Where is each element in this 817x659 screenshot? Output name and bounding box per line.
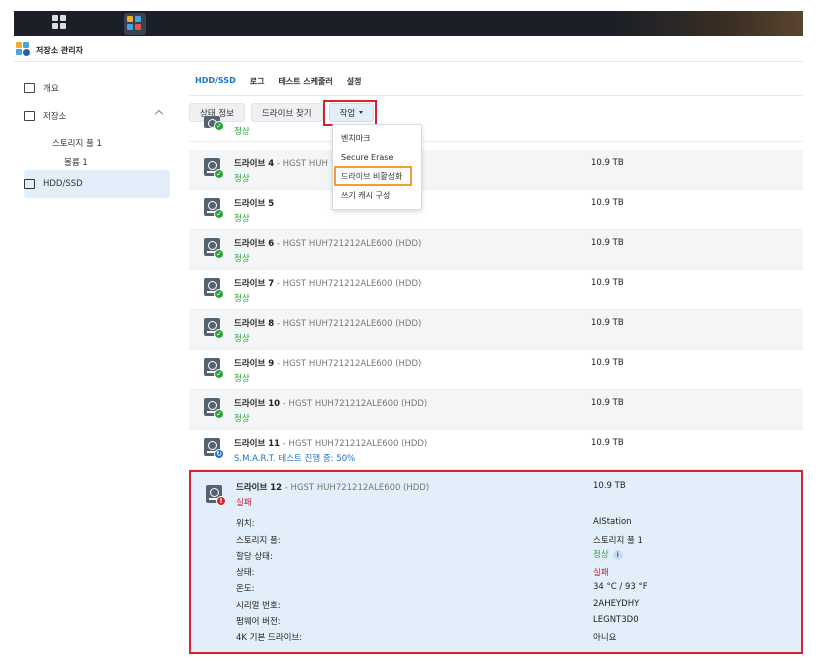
drive-size: 10.9 TB [591, 438, 624, 448]
sidebar-item-storage[interactable]: 저장소 [24, 103, 172, 129]
drive-name: 드라이브 5 [234, 199, 275, 209]
menu-item-secure-erase[interactable]: Secure Erase [333, 148, 421, 167]
drive-size: 10.9 TB [593, 481, 626, 491]
detail-label-status: 상태: [236, 568, 255, 578]
drive-size: 10.9 TB [591, 238, 624, 248]
ok-check-icon: ✓ [214, 121, 224, 131]
drive-status: 정상 [234, 174, 250, 184]
detail-value-status: 실패 [593, 568, 609, 578]
menu-item-benchmark[interactable]: 벤치마크 [333, 129, 421, 148]
drive-status: 정상 [234, 414, 250, 424]
drive-status: 정상 [234, 127, 250, 137]
sidebar-item-hdd-ssd[interactable]: HDD/SSD [24, 170, 170, 198]
drive-row-10[interactable]: ✓ 드라이브 10 - HGST HUH721212ALE600 (HDD) 정… [189, 390, 803, 430]
drive-row-12-selected[interactable]: ! 드라이브 12 - HGST HUH721212ALE600 (HDD) 실… [189, 470, 803, 654]
chevron-up-icon[interactable] [154, 109, 164, 119]
drive-row-11[interactable]: ↻ 드라이브 11 - HGST HUH721212ALE600 (HDD) S… [189, 430, 803, 470]
drive-status: S.M.A.R.T. 테스트 진행 중: 50% [234, 454, 356, 464]
tab-settings[interactable]: 설정 [347, 76, 362, 91]
tab-log[interactable]: 로그 [250, 76, 265, 91]
detail-label-pool: 스토리지 풀: [236, 536, 281, 546]
ok-check-icon: ✓ [214, 289, 224, 299]
drive-name: 드라이브 12 - HGST HUH721212ALE600 (HDD) [236, 483, 430, 493]
ok-check-icon: ✓ [214, 209, 224, 219]
sidebar: 개요 저장소 스토리지 풀 1 볼륨 1 HDD/SSD [14, 63, 182, 659]
window-title: 저장소 관리자 [36, 46, 83, 55]
detail-label-firmware: 펌웨어 버전: [236, 617, 281, 627]
drive-name: 드라이브 7 - HGST HUH721212ALE600 (HDD) [234, 279, 422, 289]
detail-label-temperature: 온도: [236, 584, 255, 594]
detail-value-location: AIStation [593, 517, 632, 527]
ok-check-icon: ✓ [214, 329, 224, 339]
main-menu-icon[interactable] [52, 15, 70, 33]
detail-label-4k-native: 4K 기본 드라이브: [236, 633, 303, 643]
ok-check-icon: ✓ [214, 249, 224, 259]
sidebar-item-storage-pool[interactable]: 스토리지 풀 1 [52, 137, 102, 149]
tab-hdd-ssd[interactable]: HDD/SSD [195, 76, 236, 91]
drive-row-7[interactable]: ✓ 드라이브 7 - HGST HUH721212ALE600 (HDD) 정상… [189, 270, 803, 310]
smart-test-icon: ↻ [214, 449, 224, 459]
detail-value-pool: 스토리지 풀 1 [593, 536, 643, 546]
window-titlebar: 저장소 관리자 [14, 38, 803, 62]
tab-test-scheduler[interactable]: 테스트 스케줄러 [278, 76, 332, 91]
drive-status: 실패 [236, 498, 252, 508]
error-icon: ! [216, 496, 226, 506]
detail-label-serial: 시리얼 번호: [236, 601, 281, 611]
drive-size: 10.9 TB [591, 158, 624, 168]
drive-name: 드라이브 6 - HGST HUH721212ALE600 (HDD) [234, 239, 422, 249]
detail-value-4k-native: 아니요 [593, 633, 617, 643]
drive-row-8[interactable]: ✓ 드라이브 8 - HGST HUH721212ALE600 (HDD) 정상… [189, 310, 803, 350]
storage-icon [24, 111, 35, 121]
storage-manager-logo-icon [16, 42, 30, 57]
drive-name: 드라이브 10 - HGST HUH721212ALE600 (HDD) [234, 399, 428, 409]
detail-value-allocation: 정상 i [593, 548, 623, 560]
info-icon[interactable]: i [612, 550, 623, 560]
hdd-icon [24, 179, 35, 189]
drive-status: 정상 [234, 374, 250, 384]
sidebar-item-label: 저장소 [43, 112, 67, 122]
menu-item-write-cache[interactable]: 쓰기 캐시 구성 [333, 186, 421, 205]
drive-row-4[interactable]: ✓ 드라이브 4 - HGST HUH 정상 10.9 TB [189, 150, 803, 190]
sidebar-item-overview[interactable]: 개요 [24, 75, 172, 101]
drive-name: 드라이브 4 - HGST HUH [234, 159, 328, 169]
detail-label-location: 위치: [236, 519, 255, 529]
detail-label-allocation: 할당 상태: [236, 552, 273, 562]
drive-name: 드라이브 8 - HGST HUH721212ALE600 (HDD) [234, 319, 422, 329]
drive-status: 정상 [234, 214, 250, 224]
storage-manager-taskbar-icon[interactable] [124, 13, 146, 35]
drive-size: 10.9 TB [591, 318, 624, 328]
sidebar-item-label: HDD/SSD [43, 179, 83, 189]
ok-check-icon: ✓ [214, 409, 224, 419]
deactivate-highlight [334, 166, 412, 186]
drive-status: 정상 [234, 294, 250, 304]
drive-status: 정상 [234, 254, 250, 264]
drive-row-3[interactable]: ✓ 정상 [189, 116, 803, 142]
drive-row-6[interactable]: ✓ 드라이브 6 - HGST HUH721212ALE600 (HDD) 정상… [189, 230, 803, 270]
drive-name: 드라이브 11 - HGST HUH721212ALE600 (HDD) [234, 439, 428, 449]
drive-size: 10.9 TB [591, 398, 624, 408]
drive-row-9[interactable]: ✓ 드라이브 9 - HGST HUH721212ALE600 (HDD) 정상… [189, 350, 803, 390]
detail-value-temperature: 34 °C / 93 °F [593, 582, 648, 592]
sidebar-item-label: 개요 [43, 84, 59, 94]
drive-row-5[interactable]: ✓ 드라이브 5 정상 10.9 TB [189, 190, 803, 230]
ok-check-icon: ✓ [214, 169, 224, 179]
tab-bar: HDD/SSD 로그 테스트 스케줄러 설정 [195, 76, 375, 91]
desktop-taskbar [14, 11, 803, 36]
overview-icon [24, 83, 35, 93]
drive-size: 10.9 TB [591, 198, 624, 208]
ok-check-icon: ✓ [214, 369, 224, 379]
drive-name: 드라이브 9 - HGST HUH721212ALE600 (HDD) [234, 359, 422, 369]
drive-size: 10.9 TB [591, 278, 624, 288]
drive-status: 정상 [234, 334, 250, 344]
tab-divider [189, 95, 803, 96]
sidebar-item-volume[interactable]: 볼륨 1 [64, 156, 88, 168]
detail-value-serial: 2AHEYDHY [593, 599, 640, 609]
desktop-wallpaper [614, 11, 803, 36]
drive-size: 10.9 TB [591, 358, 624, 368]
detail-value-firmware: LEGNT3D0 [593, 615, 639, 625]
